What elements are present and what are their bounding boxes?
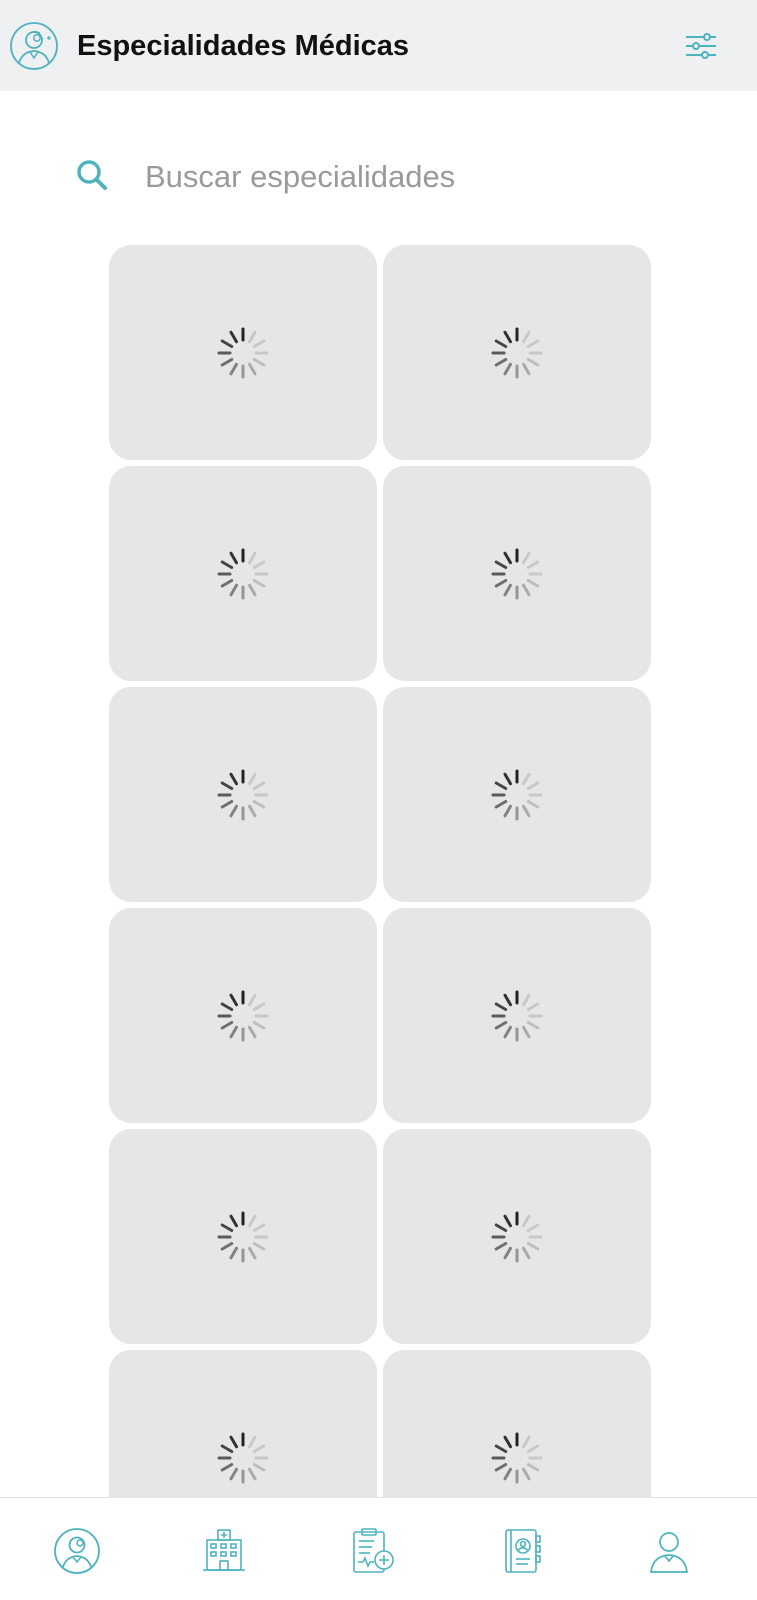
loading-spinner-icon [491, 1211, 543, 1262]
loading-spinner-icon [217, 1432, 269, 1483]
loading-spinner-icon [217, 1211, 269, 1262]
specialty-card[interactable] [109, 466, 377, 681]
specialty-card[interactable] [109, 687, 377, 902]
specialties-grid [109, 245, 651, 1565]
specialty-card[interactable] [383, 908, 651, 1123]
nav-user-profile-icon[interactable] [644, 1526, 694, 1576]
specialty-card[interactable] [109, 908, 377, 1123]
loading-spinner-icon [217, 548, 269, 599]
loading-spinner-icon [491, 990, 543, 1041]
specialty-card[interactable] [109, 1129, 377, 1344]
loading-spinner-icon [217, 990, 269, 1041]
specialty-card[interactable] [383, 1129, 651, 1344]
search-input[interactable] [145, 152, 665, 202]
sliders-filter-icon[interactable] [684, 30, 718, 62]
specialty-card[interactable] [109, 245, 377, 460]
bottom-navigation [0, 1497, 757, 1600]
search-icon[interactable] [75, 158, 109, 192]
nav-contacts-book-icon[interactable] [497, 1526, 547, 1576]
nav-medical-report-icon[interactable] [348, 1526, 398, 1576]
loading-spinner-icon [491, 769, 543, 820]
nav-doctor-icon[interactable] [52, 1526, 102, 1576]
specialty-card[interactable] [383, 687, 651, 902]
app-screen: Especialidades Médicas [0, 0, 757, 1600]
loading-spinner-icon [217, 327, 269, 378]
app-header: Especialidades Médicas [0, 0, 757, 91]
doctor-avatar-icon[interactable] [9, 21, 59, 71]
nav-hospital-icon[interactable] [199, 1526, 249, 1576]
specialty-card[interactable] [383, 466, 651, 681]
page-title: Especialidades Médicas [77, 30, 410, 62]
loading-spinner-icon [491, 1432, 543, 1483]
search-bar [70, 152, 670, 202]
loading-spinner-icon [217, 769, 269, 820]
loading-spinner-icon [491, 327, 543, 378]
specialty-card[interactable] [383, 245, 651, 460]
loading-spinner-icon [491, 548, 543, 599]
